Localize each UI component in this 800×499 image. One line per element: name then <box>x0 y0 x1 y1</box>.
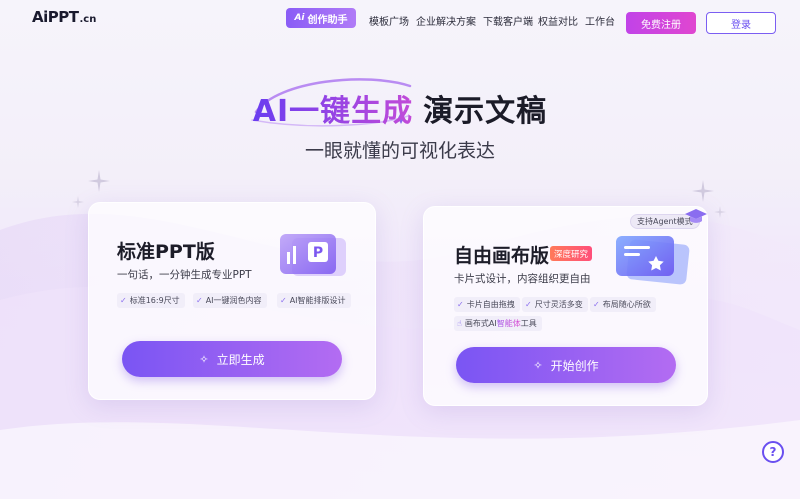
svg-text:P: P <box>313 245 323 261</box>
start-creating-button[interactable]: ✧ 开始创作 <box>456 347 676 383</box>
tag-label: 标准16:9尺寸 <box>129 296 180 305</box>
sparkle-icon <box>88 170 110 192</box>
feature-tag: ✓ AI一键润色内容 <box>193 293 267 308</box>
start-creating-label: 开始创作 <box>550 358 599 373</box>
logo-suffix-text: .cn <box>79 14 97 25</box>
check-icon: ✓ <box>196 296 203 305</box>
check-icon: ✓ <box>593 300 600 309</box>
logo-main-text: AiPPT <box>32 8 79 26</box>
hero-title-highlight: AI一键生成 <box>252 94 414 129</box>
check-icon: ✓ <box>525 300 532 309</box>
magic-wand-icon: ✧ <box>199 352 209 366</box>
feature-tag: ✓ AI智能排版设计 <box>277 293 351 308</box>
check-icon: ✓ <box>120 296 127 305</box>
tag-label: 卡片自由拖拽 <box>466 300 515 309</box>
feature-tag: ✓ 标准16:9尺寸 <box>117 293 185 308</box>
tag-label-suffix: 工具 <box>520 319 537 328</box>
sparkle-icon <box>692 180 714 202</box>
creation-assistant-label: 创作助手 <box>307 14 348 26</box>
hero-subtitle: 一眼就懂的可视化表达 <box>304 140 495 162</box>
feature-tag: ✓ 尺寸灵活多变 <box>522 297 588 312</box>
generate-now-button[interactable]: ✧ 立即生成 <box>122 341 342 377</box>
feature-tag: ✓ 卡片自由拖拽 <box>454 297 520 312</box>
sparkle-small-icon <box>714 206 726 218</box>
tag-highlight: 智能体 <box>496 319 521 328</box>
free-signup-button[interactable]: 免费注册 <box>626 12 696 34</box>
feature-tag: ✓ 布局随心所欲 <box>590 297 656 312</box>
top-navbar: AiPPT .cn Ai 创作助手 模板广场 企业解决方案 下载客户端 权益对比… <box>0 0 800 42</box>
graduation-cap-icon <box>685 209 707 223</box>
nav-download-client[interactable]: 下载客户端 <box>483 13 533 28</box>
canvas-card-icon <box>616 236 690 285</box>
nav-enterprise-solutions[interactable]: 企业解决方案 <box>416 13 476 28</box>
nav-benefits-compare[interactable]: 权益对比 <box>538 13 578 28</box>
card-description: 一句话，一分钟生成专业PPT <box>117 269 252 281</box>
check-icon: ✓ <box>457 300 464 309</box>
ai-sparkle-icon: Ai <box>294 13 305 23</box>
check-icon: ✓ <box>280 296 287 305</box>
nav-workspace[interactable]: 工作台 <box>585 13 615 28</box>
magic-wand-icon: ✧ <box>533 358 543 372</box>
creation-assistant-button[interactable]: Ai 创作助手 <box>286 8 356 28</box>
pointer-icon: ☝ <box>457 319 462 328</box>
tag-label: 布局随心所欲 <box>602 300 651 309</box>
generate-now-label: 立即生成 <box>216 352 265 367</box>
tag-label: 尺寸灵活多变 <box>534 300 583 309</box>
site-logo[interactable]: AiPPT .cn <box>32 8 96 32</box>
card-title: 自由画布版 <box>454 245 550 267</box>
help-button[interactable]: ? <box>762 441 784 463</box>
deep-research-badge: 深度研究 <box>550 246 593 261</box>
card-title: 标准PPT版 <box>117 241 215 263</box>
card-description: 卡片式设计，内容组织更自由 <box>454 273 591 285</box>
hero-title: AI一键生成 演示文稿 <box>0 86 800 130</box>
feature-tag: ☝ 画布式AI 智能体 工具 <box>454 316 542 331</box>
ppt-slide-icon: P <box>280 234 346 276</box>
hero-title-plain: 演示文稿 <box>423 94 548 129</box>
login-button[interactable]: 登录 <box>706 12 776 34</box>
nav-template-square[interactable]: 模板广场 <box>369 13 409 28</box>
tag-label: 画布式AI <box>464 319 497 328</box>
sparkle-small-icon <box>72 196 84 208</box>
tag-label: AI智能排版设计 <box>289 296 346 305</box>
tag-label: AI一键润色内容 <box>205 296 262 305</box>
